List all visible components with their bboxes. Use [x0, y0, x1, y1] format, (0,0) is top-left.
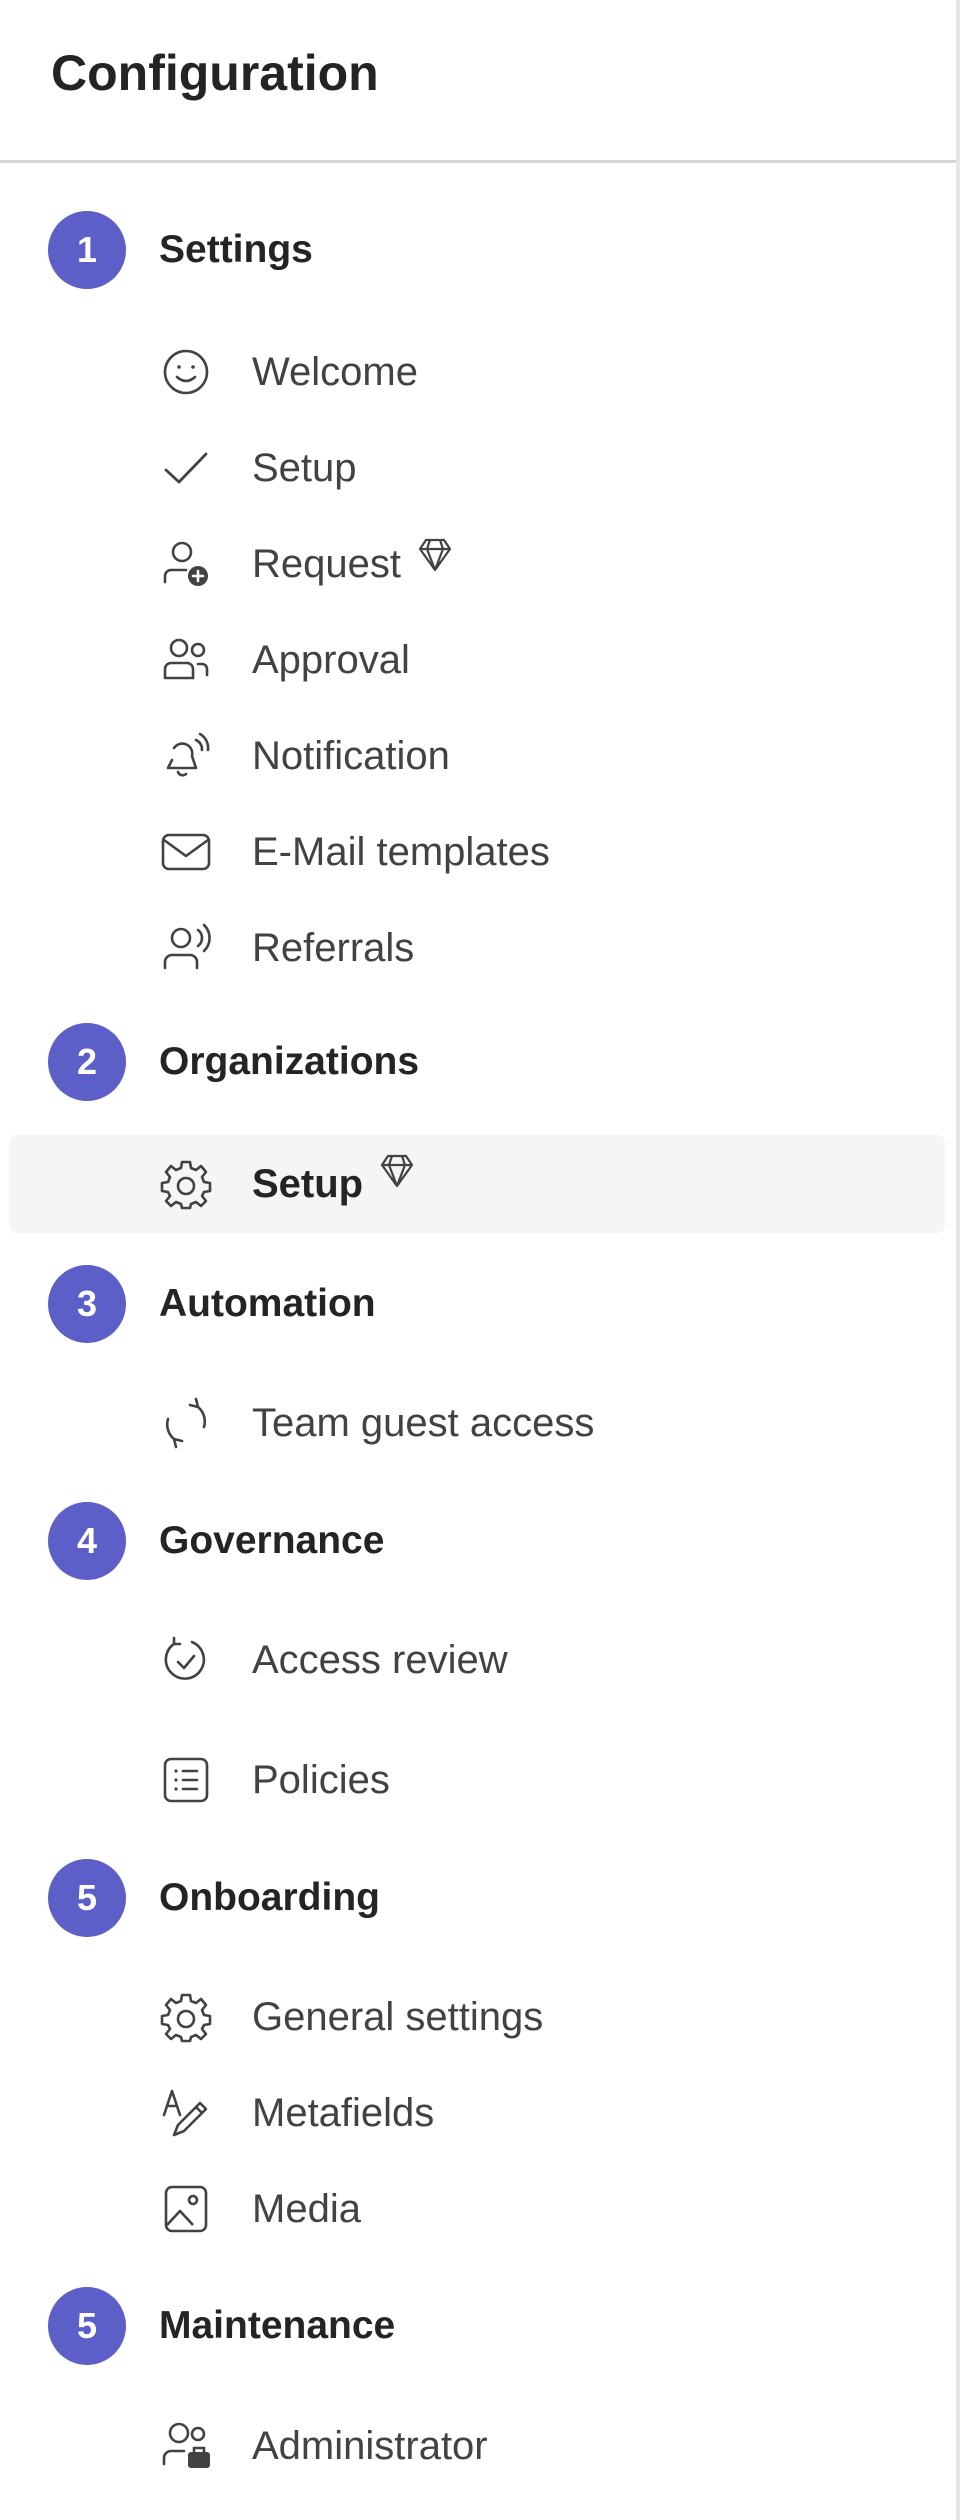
section-label: Automation — [159, 1282, 376, 1325]
nav-item-label: General settings — [252, 1995, 544, 2039]
arrow-sync-check-icon — [160, 1634, 212, 1686]
premium-diamond-icon — [376, 1150, 418, 1192]
text-edit-icon — [160, 2087, 212, 2139]
page-title: Configuration — [51, 45, 379, 101]
nav-item-label: Setup — [252, 446, 357, 490]
section-label: Onboarding — [159, 1876, 380, 1919]
nav-item-request[interactable]: Request — [0, 524, 956, 604]
checkmark-icon — [160, 442, 212, 494]
nav-item-label: Approval — [252, 638, 410, 682]
nav-item-access-review[interactable]: Access review — [0, 1620, 956, 1700]
section-settings[interactable]: 1 Settings — [0, 211, 956, 291]
nav-item-approval[interactable]: Approval — [0, 620, 956, 700]
gear-icon — [160, 1991, 212, 2043]
header: Configuration — [0, 0, 956, 163]
gear-icon — [160, 1158, 212, 1210]
nav-item-org-setup[interactable]: Setup — [9, 1135, 945, 1233]
nav-item-team-guest-access[interactable]: Team guest access — [0, 1383, 956, 1463]
nav-item-setup[interactable]: Setup — [0, 428, 956, 508]
step-badge: 4 — [48, 1502, 126, 1580]
nav-item-metafields[interactable]: Metafields — [0, 2073, 956, 2153]
nav-item-welcome[interactable]: Welcome — [0, 332, 956, 412]
section-organizations[interactable]: 2 Organizations — [0, 1023, 956, 1103]
nav-item-label: Metafields — [252, 2091, 435, 2135]
panel-border — [956, 0, 960, 2520]
step-badge: 2 — [48, 1023, 126, 1101]
nav-item-label: Policies — [252, 1758, 390, 1802]
premium-diamond-icon — [414, 534, 456, 576]
section-governance[interactable]: 4 Governance — [0, 1502, 956, 1582]
section-label: Organizations — [159, 1040, 420, 1083]
mail-icon — [160, 826, 212, 878]
nav-item-label: Administrator — [252, 2424, 488, 2468]
section-automation[interactable]: 3 Automation — [0, 1265, 956, 1345]
list-icon — [160, 1754, 212, 1806]
nav-item-label: Setup — [252, 1162, 364, 1206]
nav-item-label: Media — [252, 2187, 361, 2231]
section-onboarding[interactable]: 5 Onboarding — [0, 1859, 956, 1939]
bell-ring-icon — [160, 730, 212, 782]
nav-item-email-templates[interactable]: E-Mail templates — [0, 812, 956, 892]
nav-item-label: Request — [252, 542, 401, 586]
person-admin-icon — [160, 2420, 212, 2472]
section-label: Settings — [159, 228, 313, 271]
nav-item-label: Welcome — [252, 350, 418, 394]
step-badge: 5 — [48, 1859, 126, 1937]
nav-item-label: Access review — [252, 1638, 508, 1682]
step-badge: 1 — [48, 211, 126, 289]
section-label: Maintenance — [159, 2304, 396, 2347]
step-badge: 3 — [48, 1265, 126, 1343]
person-voice-icon — [160, 922, 212, 974]
nav-item-general-settings[interactable]: General settings — [0, 1977, 956, 2057]
nav-item-label: Referrals — [252, 926, 415, 970]
section-label: Governance — [159, 1519, 385, 1562]
nav-item-referrals[interactable]: Referrals — [0, 908, 956, 988]
step-badge: 5 — [48, 2287, 126, 2365]
smiley-icon — [160, 346, 212, 398]
section-maintenance[interactable]: 5 Maintenance — [0, 2287, 956, 2367]
nav-item-media[interactable]: Media — [0, 2169, 956, 2249]
image-icon — [160, 2183, 212, 2235]
nav-item-label: Team guest access — [252, 1401, 595, 1445]
people-icon — [160, 634, 212, 686]
person-add-icon — [160, 538, 212, 590]
nav-item-label: Notification — [252, 734, 450, 778]
nav-item-label: E-Mail templates — [252, 830, 550, 874]
nav-item-notification[interactable]: Notification — [0, 716, 956, 796]
nav-item-administrator[interactable]: Administrator — [0, 2406, 956, 2486]
nav-item-policies[interactable]: Policies — [0, 1740, 956, 1820]
sync-icon — [160, 1397, 212, 1449]
